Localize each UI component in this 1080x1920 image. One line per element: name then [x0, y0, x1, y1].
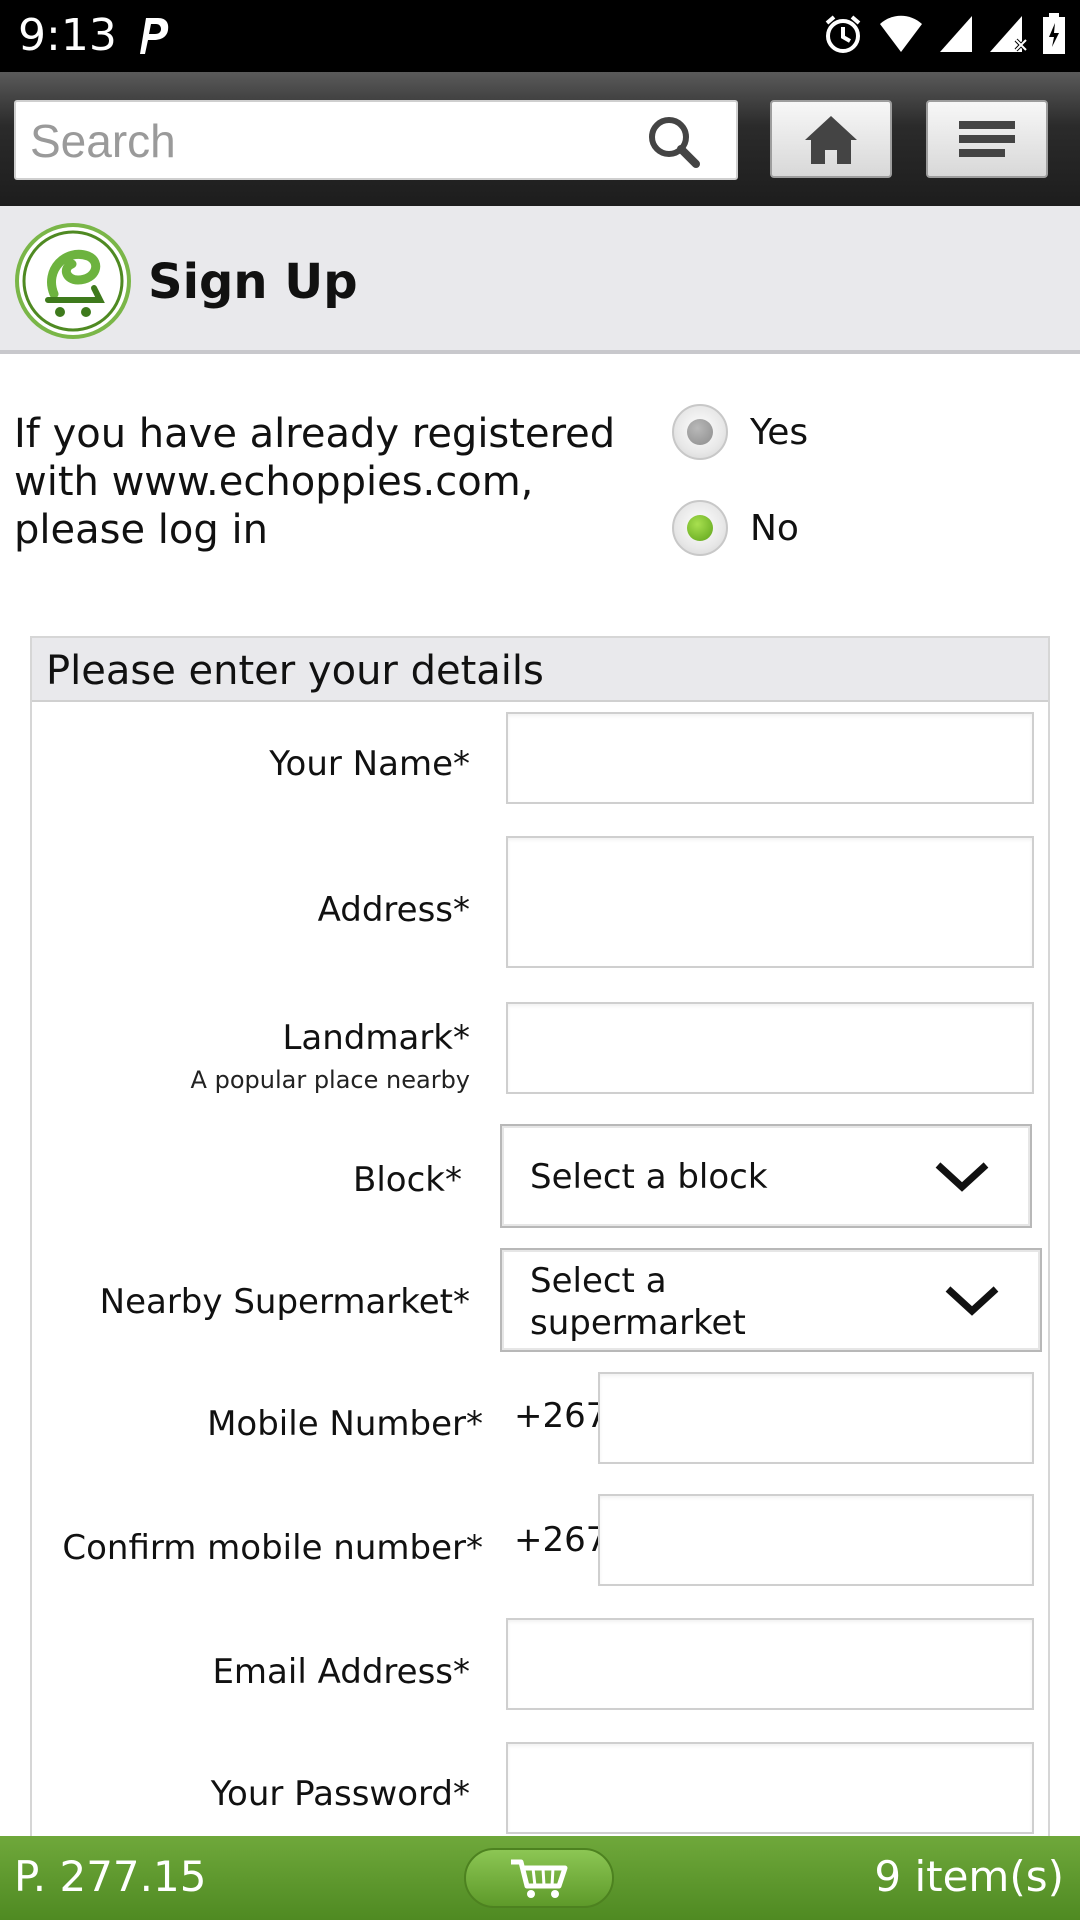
- block-select-value: Select a block: [530, 1157, 768, 1197]
- mobile-input[interactable]: [600, 1374, 1032, 1462]
- parking-notification-icon: [140, 18, 169, 54]
- password-field[interactable]: [506, 1742, 1034, 1834]
- email-field[interactable]: [506, 1618, 1034, 1710]
- confirm-mobile-prefix: +267: [514, 1520, 608, 1560]
- landmark-hint: A popular place nearby: [190, 1066, 470, 1094]
- battery-icon: [1042, 12, 1066, 60]
- cart-total: P. 277.15: [14, 1852, 207, 1901]
- home-icon: [805, 116, 857, 164]
- landmark-input[interactable]: [508, 1004, 1032, 1092]
- address-label: Address*: [317, 890, 470, 930]
- menu-icon: [959, 121, 1015, 157]
- cart-button[interactable]: [464, 1848, 614, 1908]
- radio-no[interactable]: No: [672, 500, 799, 556]
- details-panel-header: Please enter your details: [32, 638, 1048, 702]
- name-input[interactable]: [508, 714, 1032, 802]
- address-input[interactable]: [508, 838, 1032, 966]
- name-field[interactable]: [506, 712, 1034, 804]
- email-label: Email Address*: [212, 1652, 470, 1692]
- radio-yes[interactable]: Yes: [672, 404, 808, 460]
- search-icon[interactable]: [644, 112, 704, 172]
- supermarket-select-line1: Select a: [530, 1261, 667, 1301]
- status-icons: [822, 12, 1066, 60]
- landmark-field[interactable]: [506, 1002, 1034, 1094]
- email-input[interactable]: [508, 1620, 1032, 1708]
- confirm-mobile-label: Confirm mobile number*: [62, 1528, 483, 1568]
- search-input[interactable]: [30, 110, 630, 172]
- status-time: 9:13: [18, 10, 117, 61]
- radio-no-label[interactable]: No: [750, 508, 799, 549]
- top-toolbar: [0, 72, 1080, 206]
- mobile-label: Mobile Number*: [207, 1404, 483, 1444]
- cart-icon: [511, 1859, 568, 1898]
- wifi-icon: [878, 14, 924, 59]
- sign-up-page: 9:13 Search Sign Up If you have already …: [0, 0, 1080, 1920]
- block-label: Block*: [353, 1160, 462, 1200]
- password-label: Your Password*: [210, 1774, 470, 1814]
- status-bar: 9:13: [0, 0, 1080, 72]
- home-button[interactable]: [770, 100, 892, 178]
- password-input[interactable]: [508, 1744, 1032, 1832]
- supermarket-select-line2: supermarket: [530, 1303, 746, 1343]
- landmark-label: Landmark*: [282, 1018, 470, 1058]
- cellular-signal-2-icon: [988, 14, 1028, 59]
- menu-button[interactable]: [926, 100, 1048, 178]
- block-select[interactable]: Select a block: [500, 1124, 1032, 1228]
- mobile-prefix: +267: [514, 1396, 608, 1436]
- mobile-field[interactable]: [598, 1372, 1034, 1464]
- page-title: Sign Up: [148, 254, 358, 310]
- echoppies-logo: [15, 223, 131, 339]
- chevron-down-icon: [935, 1162, 989, 1192]
- cellular-signal-icon: [938, 14, 974, 59]
- supermarket-label: Nearby Supermarket*: [99, 1282, 470, 1322]
- login-prompt-text: If you have already registered with www.…: [14, 411, 616, 553]
- radio-yes-button[interactable]: [672, 404, 728, 460]
- address-field[interactable]: [506, 836, 1034, 968]
- name-label: Your Name*: [269, 744, 470, 784]
- cart-summary-bar: P. 277.15 9 item(s): [0, 1836, 1080, 1920]
- confirm-mobile-input[interactable]: [600, 1496, 1032, 1584]
- page-header: Sign Up: [0, 206, 1080, 354]
- chevron-down-icon: [945, 1286, 999, 1316]
- radio-no-button[interactable]: [672, 500, 728, 556]
- cart-item-count: 9 item(s): [874, 1852, 1064, 1901]
- supermarket-select[interactable]: Select a supermarket: [500, 1248, 1042, 1352]
- alarm-icon: [822, 13, 864, 60]
- search-box[interactable]: [14, 100, 738, 180]
- confirm-mobile-field[interactable]: [598, 1494, 1034, 1586]
- radio-yes-label[interactable]: Yes: [750, 412, 808, 453]
- details-section-title: Please enter your details: [46, 648, 544, 694]
